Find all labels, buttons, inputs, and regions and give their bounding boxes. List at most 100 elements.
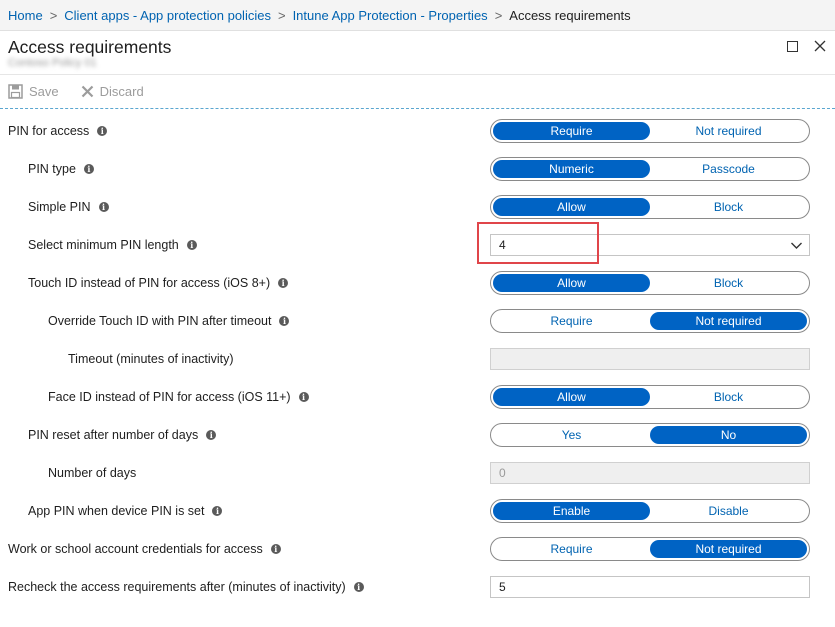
breadcrumb: Home > Client apps - App protection poli… <box>0 0 835 31</box>
toggle-option-allow[interactable]: Allow <box>493 388 650 406</box>
app-pin-device-pin-toggle[interactable]: Enable Disable <box>490 499 810 523</box>
input-value: 0 <box>499 466 506 480</box>
info-icon[interactable]: i <box>83 164 94 174</box>
maximize-button[interactable] <box>782 36 802 56</box>
discard-label: Discard <box>99 84 144 99</box>
recheck-input[interactable]: 5 <box>490 576 810 598</box>
maximize-icon <box>786 40 798 52</box>
setting-label-text: Work or school account credentials for a… <box>8 542 263 556</box>
breadcrumb-client-apps[interactable]: Client apps - App protection policies <box>64 8 271 23</box>
setting-label: Simple PIN i <box>28 195 109 219</box>
setting-row-pin-type: PIN type i Numeric Passcode <box>0 157 835 195</box>
setting-row-timeout: Timeout (minutes of inactivity) <box>0 347 835 385</box>
pin-reset-toggle[interactable]: Yes No <box>490 423 810 447</box>
setting-row-number-of-days: Number of days 0 <box>0 461 835 499</box>
breadcrumb-home[interactable]: Home <box>8 8 43 23</box>
setting-row-simple-pin: Simple PIN i Allow Block <box>0 195 835 233</box>
setting-label: Select minimum PIN length i <box>28 233 197 257</box>
toggle-option-no[interactable]: No <box>650 426 807 444</box>
number-of-days-input[interactable]: 0 <box>490 462 810 484</box>
breadcrumb-properties[interactable]: Intune App Protection - Properties <box>293 8 488 23</box>
toolbar: Save Discard <box>0 74 835 109</box>
toggle-option-disable[interactable]: Disable <box>650 502 807 520</box>
info-icon[interactable]: i <box>97 126 108 136</box>
save-label: Save <box>29 84 59 99</box>
setting-label-text: Face ID instead of PIN for access (iOS 1… <box>48 390 291 404</box>
setting-label-text: Number of days <box>48 466 137 480</box>
setting-label: Timeout (minutes of inactivity) <box>68 347 234 371</box>
setting-label: Number of days <box>48 461 136 485</box>
discard-icon <box>81 85 93 98</box>
setting-row-override-touch-id: Override Touch ID with PIN after timeout… <box>0 309 835 347</box>
toggle-option-block[interactable]: Block <box>650 274 807 292</box>
setting-row-work-credentials: Work or school account credentials for a… <box>0 537 835 575</box>
info-icon[interactable]: i <box>270 544 281 554</box>
setting-label: Recheck the access requirements after (m… <box>8 575 364 599</box>
info-icon[interactable]: i <box>298 392 309 402</box>
toggle-option-not-required[interactable]: Not required <box>650 122 807 140</box>
setting-label: Override Touch ID with PIN after timeout… <box>48 309 290 333</box>
highlight-annotation <box>477 222 599 264</box>
setting-label: PIN reset after number of days i <box>28 423 217 447</box>
setting-row-face-id: Face ID instead of PIN for access (iOS 1… <box>0 385 835 423</box>
input-value: 5 <box>499 580 506 594</box>
info-icon[interactable]: i <box>186 240 197 250</box>
toggle-option-not-required[interactable]: Not required <box>650 540 807 558</box>
setting-label: PIN type i <box>28 157 94 181</box>
chevron-down-icon <box>791 242 802 249</box>
setting-label-text: PIN type <box>28 162 76 176</box>
setting-label-text: Select minimum PIN length <box>28 238 179 252</box>
setting-label: Face ID instead of PIN for access (iOS 1… <box>48 385 309 409</box>
info-icon[interactable]: i <box>278 278 289 288</box>
setting-row-app-pin-device-pin: App PIN when device PIN is set i Enable … <box>0 499 835 537</box>
setting-row-recheck: Recheck the access requirements after (m… <box>0 575 835 613</box>
breadcrumb-separator: > <box>277 7 286 23</box>
pin-type-toggle[interactable]: Numeric Passcode <box>490 157 810 181</box>
info-icon[interactable]: i <box>98 202 109 212</box>
close-icon <box>814 40 826 52</box>
setting-label-text: Touch ID instead of PIN for access (iOS … <box>28 276 271 290</box>
info-icon[interactable]: i <box>353 582 364 592</box>
override-touch-id-toggle[interactable]: Require Not required <box>490 309 810 333</box>
toggle-option-block[interactable]: Block <box>650 198 807 216</box>
setting-label-text: PIN for access <box>8 124 90 138</box>
work-credentials-toggle[interactable]: Require Not required <box>490 537 810 561</box>
setting-label-text: Simple PIN <box>28 200 91 214</box>
setting-label-text: Timeout (minutes of inactivity) <box>68 352 234 366</box>
toggle-option-block[interactable]: Block <box>650 388 807 406</box>
toggle-option-require[interactable]: Require <box>493 122 650 140</box>
toggle-option-not-required[interactable]: Not required <box>650 312 807 330</box>
info-icon[interactable]: i <box>206 430 217 440</box>
page-title: Access requirements <box>8 37 172 57</box>
toggle-option-yes[interactable]: Yes <box>493 426 650 444</box>
save-button[interactable]: Save <box>8 84 59 99</box>
setting-row-pin-for-access: PIN for access i Require Not required <box>0 119 835 157</box>
breadcrumb-current: Access requirements <box>509 7 631 23</box>
setting-label: Touch ID instead of PIN for access (iOS … <box>28 271 289 295</box>
touch-id-toggle[interactable]: Allow Block <box>490 271 810 295</box>
setting-label-text: Override Touch ID with PIN after timeout <box>48 314 272 328</box>
setting-label-text: PIN reset after number of days <box>28 428 199 442</box>
save-icon <box>8 84 23 99</box>
close-button[interactable] <box>810 36 830 56</box>
toggle-option-passcode[interactable]: Passcode <box>650 160 807 178</box>
setting-row-pin-reset: PIN reset after number of days i Yes No <box>0 423 835 461</box>
setting-label: PIN for access i <box>8 119 108 143</box>
toggle-option-allow[interactable]: Allow <box>493 198 650 216</box>
toggle-option-require[interactable]: Require <box>493 312 650 330</box>
discard-button[interactable]: Discard <box>81 84 144 99</box>
toggle-option-allow[interactable]: Allow <box>493 274 650 292</box>
face-id-toggle[interactable]: Allow Block <box>490 385 810 409</box>
info-icon[interactable]: i <box>212 506 223 516</box>
timeout-input[interactable] <box>490 348 810 370</box>
page-subtitle: Contoso Policy 01 <box>8 57 97 69</box>
setting-label: App PIN when device PIN is set i <box>28 499 223 523</box>
toggle-option-require[interactable]: Require <box>493 540 650 558</box>
breadcrumb-separator: > <box>49 7 58 23</box>
pin-for-access-toggle[interactable]: Require Not required <box>490 119 810 143</box>
toggle-option-numeric[interactable]: Numeric <box>493 160 650 178</box>
toggle-option-enable[interactable]: Enable <box>493 502 650 520</box>
info-icon[interactable]: i <box>279 316 290 326</box>
setting-row-touch-id: Touch ID instead of PIN for access (iOS … <box>0 271 835 309</box>
simple-pin-toggle[interactable]: Allow Block <box>490 195 810 219</box>
